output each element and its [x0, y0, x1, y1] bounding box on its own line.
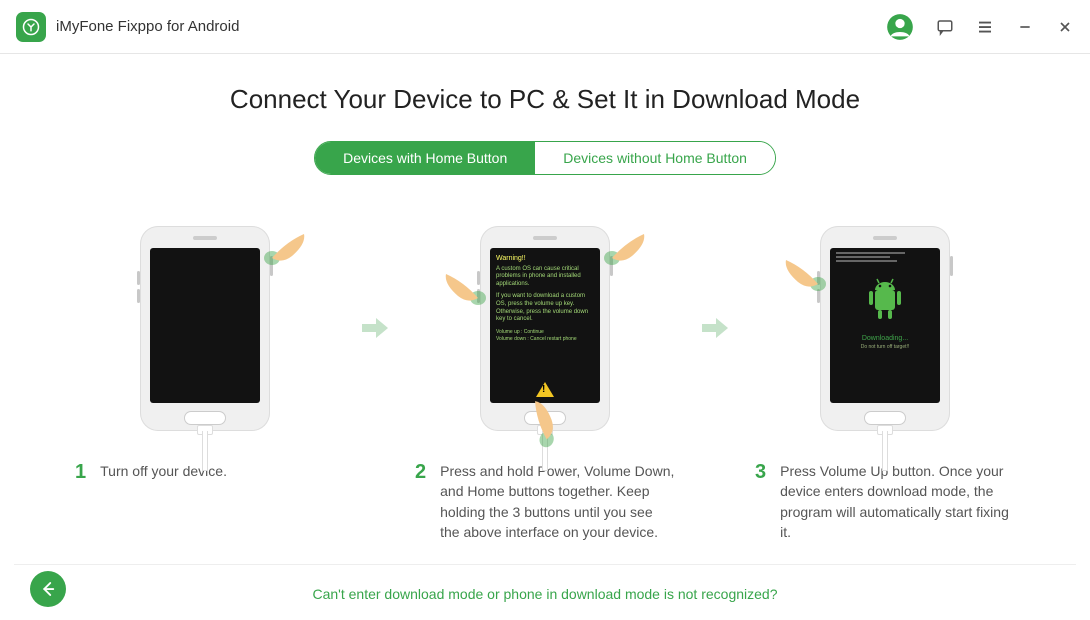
- finger-icon: [598, 230, 638, 276]
- step-3: Downloading... Do not turn off target!!: [745, 203, 1025, 542]
- main-content: Connect Your Device to PC & Set It in Do…: [0, 54, 1090, 542]
- app-logo: [16, 12, 46, 42]
- android-robot-icon: [865, 276, 905, 327]
- tab-without-home[interactable]: Devices without Home Button: [535, 142, 775, 174]
- warning-text: If you want to download a custom OS, pre…: [496, 293, 594, 324]
- step-description: Press Volume Up button. Once your device…: [780, 461, 1015, 542]
- minimize-button[interactable]: [1016, 18, 1034, 36]
- arrow-right-icon: [695, 203, 735, 453]
- phone-illustration-3: Downloading... Do not turn off target!!: [820, 226, 950, 431]
- step-2: Warning!! A custom OS can cause critical…: [405, 203, 685, 542]
- menu-icon[interactable]: [976, 18, 994, 36]
- warning-text: A custom OS can cause critical problems …: [496, 266, 594, 289]
- warning-text: Volume down : Cancel restart phone: [496, 336, 594, 343]
- warning-header: Warning!!: [496, 254, 594, 263]
- warning-triangle-icon: [536, 382, 554, 397]
- finger-icon: [792, 256, 832, 302]
- finger-icon: [258, 230, 298, 276]
- downloading-subtext: Do not turn off target!!: [830, 344, 940, 350]
- step-description: Press and hold Power, Volume Down, and H…: [440, 461, 675, 542]
- footer: Can't enter download mode or phone in do…: [14, 564, 1076, 610]
- phone-illustration-2: Warning!! A custom OS can cause critical…: [480, 226, 610, 431]
- step-number: 1: [75, 461, 86, 484]
- titlebar: iMyFone Fixppo for Android: [0, 0, 1090, 54]
- help-link[interactable]: Can't enter download mode or phone in do…: [313, 586, 778, 602]
- back-button[interactable]: [30, 571, 66, 607]
- device-type-toggle: Devices with Home Button Devices without…: [314, 141, 776, 175]
- step-number: 2: [415, 461, 426, 542]
- step-1: 1 Turn off your device.: [65, 203, 345, 484]
- steps-row: 1 Turn off your device. Warning!! A cust…: [50, 203, 1040, 542]
- page-title: Connect Your Device to PC & Set It in Do…: [50, 84, 1040, 115]
- close-button[interactable]: [1056, 18, 1074, 36]
- feedback-icon[interactable]: [936, 18, 954, 36]
- downloading-text: Downloading...: [830, 335, 940, 342]
- step-number: 3: [755, 461, 766, 542]
- phone-illustration-1: [140, 226, 270, 431]
- app-title: iMyFone Fixppo for Android: [56, 18, 239, 35]
- tab-with-home[interactable]: Devices with Home Button: [315, 142, 535, 174]
- back-arrow-icon: [39, 580, 57, 598]
- arrow-right-icon: [355, 203, 395, 453]
- account-icon[interactable]: [886, 13, 914, 41]
- finger-icon: [452, 270, 492, 316]
